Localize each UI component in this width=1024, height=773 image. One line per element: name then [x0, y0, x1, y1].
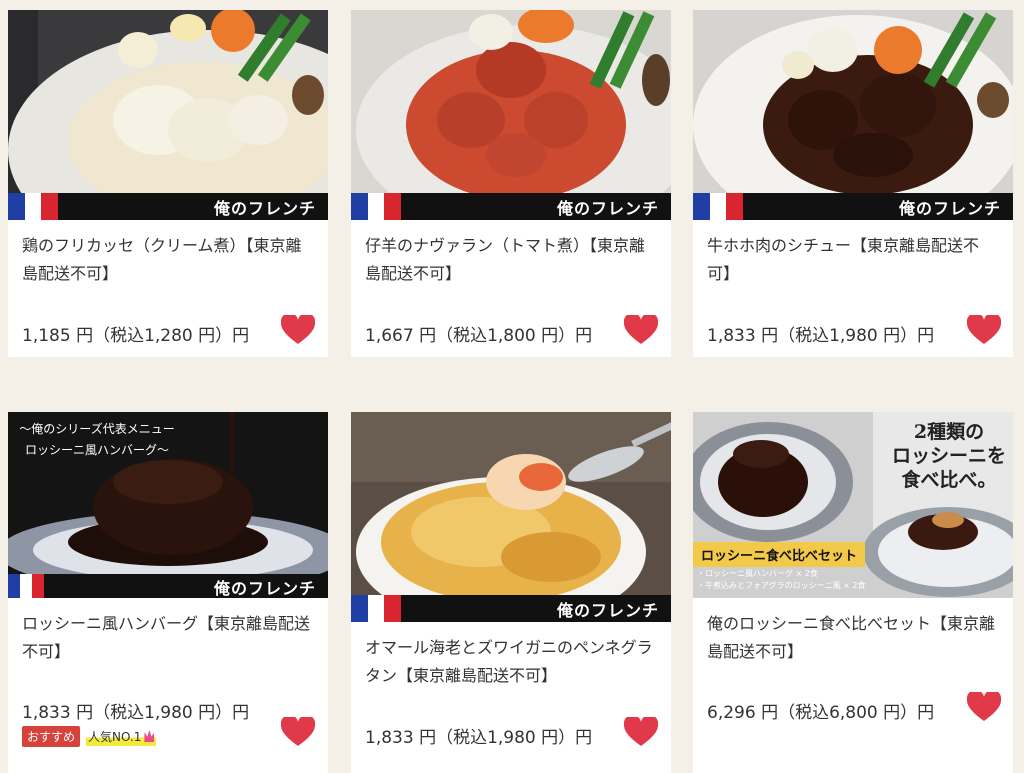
popular-badge: 人気NO.1 — [86, 727, 157, 746]
product-card[interactable]: 俺のフレンチ 鶏のフリカッセ（クリーム煮）【東京離島配送不可】 1,185 円（… — [8, 10, 328, 357]
favorite-heart-icon[interactable] — [624, 717, 658, 747]
rossini-set-photo[interactable]: 2種類の ロッシーニを 食べ比べ。 ロッシーニ食べ比べセット ・ロッシーニ風ハン… — [693, 412, 1013, 598]
french-flag-icon — [351, 193, 402, 220]
product-title[interactable]: ロッシーニ風ハンバーグ【東京離島配送不可】 — [22, 610, 316, 666]
product-card[interactable]: 俺のフレンチ 仔羊のナヴァラン（トマト煮）【東京離島配送不可】 1,667 円（… — [351, 10, 671, 357]
lamb-navarin-photo[interactable]: 俺のフレンチ — [351, 10, 671, 220]
product-card[interactable]: 俺のフレンチ 牛ホホ肉のシチュー【東京離島配送不可】 1,833 円（税込1,9… — [693, 10, 1013, 357]
promo-line: ロッシーニ風ハンバーグ〜 — [24, 443, 169, 457]
product-price: 6,296 円（税込6,800 円）円 — [707, 703, 935, 723]
brand-logo: 俺のフレンチ — [556, 199, 659, 218]
product-title[interactable]: 牛ホホ肉のシチュー【東京離島配送不可】 — [707, 232, 1001, 288]
favorite-heart-icon[interactable] — [281, 315, 315, 345]
french-flag-icon — [693, 193, 744, 220]
product-price: 1,833 円（税込1,980 円）円 — [22, 703, 250, 723]
favorite-heart-icon[interactable] — [967, 692, 1001, 722]
beef-cheek-stew-photo[interactable]: 俺のフレンチ — [693, 10, 1013, 220]
favorite-heart-icon[interactable] — [281, 717, 315, 747]
brand-bar: 俺のフレンチ — [351, 193, 671, 220]
product-title[interactable]: 俺のロッシーニ食べ比べセット【東京離島配送不可】 — [707, 610, 1001, 666]
product-card[interactable]: 2種類の ロッシーニを 食べ比べ。 ロッシーニ食べ比べセット ・ロッシーニ風ハン… — [693, 412, 1013, 773]
chicken-fricassee-photo[interactable]: 俺のフレンチ — [8, 10, 328, 220]
product-card[interactable]: 俺のフレンチ オマール海老とズワイガニのペンネグラタン【東京離島配送不可】 1,… — [351, 412, 671, 773]
recommended-badge: おすすめ — [22, 726, 81, 747]
product-card[interactable]: 〜俺のシリーズ代表メニュー ロッシーニ風ハンバーグ〜 俺のフレンチ ロッシーニ風… — [8, 412, 328, 773]
set-heading: 2種類の ロッシーニを 食べ比べ。 — [889, 420, 1009, 492]
product-price: 1,185 円（税込1,280 円）円 — [22, 326, 250, 346]
brand-logo: 俺のフレンチ — [213, 199, 316, 218]
set-content-line: ・ロッシーニ風ハンバーグ × 2食 — [697, 569, 818, 578]
product-price: 1,667 円（税込1,800 円）円 — [365, 326, 593, 346]
french-flag-icon — [351, 595, 402, 622]
brand-bar: 俺のフレンチ — [8, 193, 328, 220]
set-contents: ・ロッシーニ風ハンバーグ × 2食 ・牛煮込みとフォアグラのロッシーニ風 × 2… — [697, 568, 865, 592]
french-flag-icon — [8, 193, 59, 220]
brand-logo: 俺のフレンチ — [213, 579, 316, 598]
promo-line: 〜俺のシリーズ代表メニュー — [19, 422, 175, 436]
brand-logo: 俺のフレンチ — [556, 601, 659, 620]
promo-caption: 〜俺のシリーズ代表メニュー ロッシーニ風ハンバーグ〜 — [12, 420, 182, 458]
badge-group: おすすめ 人気NO.1 — [22, 726, 157, 747]
brand-bar: 俺のフレンチ — [351, 595, 671, 622]
lobster-crab-gratin-photo[interactable]: 俺のフレンチ — [351, 412, 671, 622]
set-heading-line: 食べ比べ。 — [901, 469, 997, 491]
product-title[interactable]: 鶏のフリカッセ（クリーム煮）【東京離島配送不可】 — [22, 232, 316, 288]
set-heading-line: 2種類の — [913, 421, 985, 443]
product-title[interactable]: 仔羊のナヴァラン（トマト煮）【東京離島配送不可】 — [365, 232, 659, 288]
crown-icon — [144, 730, 155, 742]
set-label: ロッシーニ食べ比べセット — [693, 542, 866, 567]
set-heading-line: ロッシーニを — [891, 445, 1006, 467]
brand-bar: 俺のフレンチ — [693, 193, 1013, 220]
product-price: 1,833 円（税込1,980 円）円 — [707, 326, 935, 346]
popular-badge-label: 人気NO.1 — [88, 730, 142, 744]
set-content-line: ・牛煮込みとフォアグラのロッシーニ風 × 2食 — [697, 581, 866, 590]
brand-bar: 俺のフレンチ — [8, 574, 328, 598]
favorite-heart-icon[interactable] — [624, 315, 658, 345]
brand-logo: 俺のフレンチ — [898, 199, 1001, 218]
rossini-hamburg-photo[interactable]: 〜俺のシリーズ代表メニュー ロッシーニ風ハンバーグ〜 俺のフレンチ — [8, 412, 328, 598]
product-title[interactable]: オマール海老とズワイガニのペンネグラタン【東京離島配送不可】 — [365, 634, 659, 690]
product-price: 1,833 円（税込1,980 円）円 — [365, 728, 593, 748]
french-flag-icon — [8, 574, 44, 598]
favorite-heart-icon[interactable] — [967, 315, 1001, 345]
